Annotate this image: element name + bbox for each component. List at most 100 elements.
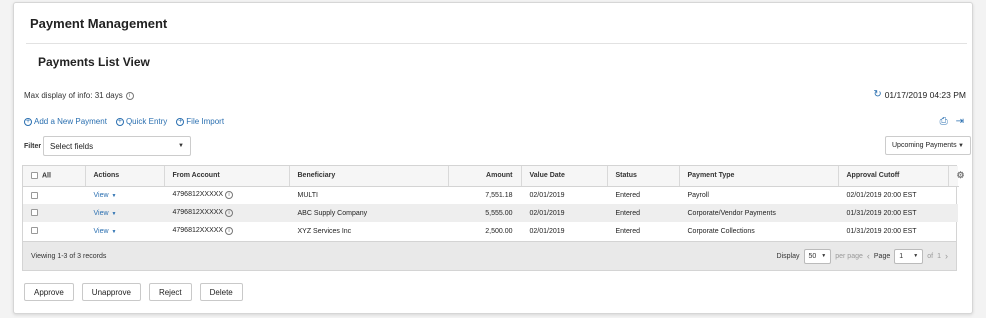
pagination: Display 50 ▼ per page ‹ Page 1 ▼ of 1 ›: [776, 248, 948, 264]
header-status[interactable]: Status: [607, 166, 680, 187]
filter-label: Filter: [24, 143, 42, 150]
page-value: 1: [899, 252, 904, 260]
caret-down-icon: ▼: [821, 253, 827, 259]
row-checkbox[interactable]: [31, 191, 38, 199]
chevron-right-icon[interactable]: ›: [945, 251, 948, 261]
per-page-select[interactable]: 50 ▼: [803, 248, 832, 264]
payment-type-cell: Corporate Collections: [687, 227, 755, 235]
page-label: Page: [873, 252, 891, 260]
table-row: View ▼ 4796812XXXXX i ABC Supply Company …: [23, 204, 958, 222]
delete-button[interactable]: Delete: [199, 283, 243, 301]
info-icon[interactable]: i: [225, 227, 234, 235]
row-checkbox[interactable]: [31, 209, 38, 217]
from-account-cell: 4796812XXXXX i: [164, 222, 289, 240]
beneficiary-cell: ABC Supply Company: [289, 204, 448, 222]
filter-select-value: Select fields: [50, 141, 94, 151]
title-divider: [26, 43, 967, 44]
plus-circle-icon: +: [24, 117, 32, 126]
print-icon[interactable]: ⎙: [940, 116, 948, 127]
payment-view-value: Upcoming Payments: [892, 142, 957, 149]
timestamp: 01/17/2019 04:23 PM: [884, 89, 966, 100]
view-dropdown[interactable]: View ▼: [94, 228, 117, 235]
table-row: View ▼ 4796812XXXXX i MULTI 7,551.18 02/0…: [23, 186, 958, 204]
from-account-cell: 4796812XXXXX i: [164, 186, 289, 204]
per-page-label: per page: [835, 252, 863, 260]
refresh-icon[interactable]: ↻: [873, 89, 881, 100]
value-date-cell: 02/01/2019: [529, 191, 565, 199]
display-label: Display: [776, 252, 800, 260]
header-from-account[interactable]: From Account: [164, 166, 290, 187]
amount-cell: 2,500.00: [485, 227, 513, 235]
header-approval-cutoff[interactable]: Approval Cutoff: [838, 166, 949, 187]
from-account-cell: 4796812XXXXX i: [164, 204, 289, 222]
row-checkbox-cell: [23, 222, 85, 240]
value-date-cell: 02/01/2019: [521, 204, 607, 222]
table-footer: Viewing 1-3 of 3 records Display 50 ▼ per…: [23, 241, 956, 270]
header-value-date[interactable]: Value Date: [521, 166, 608, 187]
reject-button[interactable]: Reject: [148, 283, 192, 301]
payment-actions: + Add a New Payment + Quick Entry + File Im…: [24, 117, 224, 126]
view-dropdown[interactable]: View ▼: [94, 192, 117, 199]
table-tools: ⎙ ⇥: [940, 116, 964, 127]
total-pages: 1: [937, 252, 941, 260]
add-new-payment-label: Add a New Payment: [34, 117, 107, 126]
unapprove-button[interactable]: Unapprove: [81, 283, 141, 301]
approve-button[interactable]: Approve: [24, 283, 74, 301]
view-dropdown[interactable]: View ▼: [94, 210, 117, 217]
section-title: Payments List View: [38, 55, 150, 69]
from-account-value: 4796812XXXXX: [172, 191, 224, 199]
info-icon[interactable]: i: [225, 191, 234, 200]
file-import-link[interactable]: + File Import: [176, 117, 224, 126]
caret-down-icon: ▼: [111, 210, 117, 217]
bulk-action-buttons: Approve Unapprove Reject Delete: [24, 283, 243, 301]
amount-cell: 7,551.18: [485, 191, 513, 199]
quick-entry-link[interactable]: + Quick Entry: [115, 117, 167, 126]
select-all-header[interactable]: All: [23, 166, 86, 187]
header-actions[interactable]: Actions: [85, 166, 165, 187]
row-action: View ▼: [85, 186, 164, 204]
caret-down-icon: ▼: [178, 143, 184, 149]
view-label: View: [93, 227, 109, 235]
add-new-payment-link[interactable]: + Add a New Payment: [24, 117, 107, 126]
max-display-text: Max display of info: 31 days: [24, 91, 123, 100]
refresh-timestamp[interactable]: ↻ 01/17/2019 04:23 PM: [873, 89, 966, 100]
spacer-cell: [948, 222, 958, 240]
beneficiary-cell: XYZ Services Inc: [297, 227, 352, 235]
header-amount[interactable]: Amount: [448, 166, 522, 187]
header-beneficiary[interactable]: Beneficiary: [289, 166, 449, 187]
info-icon[interactable]: i: [125, 91, 134, 100]
from-account-value: 4796812XXXXX: [172, 227, 224, 234]
row-checkbox-cell: [23, 204, 85, 222]
filter-select[interactable]: Select fields ▼: [43, 136, 191, 156]
of-label: of: [927, 252, 934, 260]
max-display-info: Max display of info: 31 days i: [24, 91, 134, 100]
value-date-cell: 02/01/2019: [529, 227, 565, 235]
table-header-row: All Actions From Account Beneficiary Amo…: [23, 166, 965, 187]
table-row: View ▼ 4796812XXXXX i XYZ Services Inc 2,…: [23, 222, 958, 240]
payment-view-select[interactable]: Upcoming Payments ▼: [885, 136, 971, 155]
file-import-label: File Import: [186, 117, 225, 126]
records-count: Viewing 1-3 of 3 records: [31, 252, 107, 260]
approval-cutoff-cell: 01/31/2019 20:00 EST: [846, 227, 917, 235]
approval-cutoff-cell: 01/31/2019 20:00 EST: [838, 204, 948, 222]
row-checkbox[interactable]: [31, 227, 38, 235]
approval-cutoff-cell: 02/01/2019 20:00 EST: [846, 191, 917, 199]
info-icon[interactable]: i: [225, 209, 234, 217]
view-label: View: [93, 191, 109, 199]
spacer-cell: [948, 204, 958, 222]
export-icon[interactable]: ⇥: [956, 116, 964, 127]
select-all-checkbox[interactable]: [31, 172, 38, 180]
caret-down-icon: ▼: [111, 228, 117, 235]
chevron-left-icon[interactable]: ‹: [867, 251, 870, 261]
caret-down-icon: ▼: [958, 142, 964, 149]
plus-circle-icon: +: [115, 117, 124, 126]
row-checkbox-cell: [23, 186, 85, 204]
status-cell: Entered: [615, 191, 641, 199]
page-select[interactable]: 1 ▼: [894, 248, 924, 264]
payment-type-cell: Payroll: [687, 191, 709, 199]
gear-icon[interactable]: ⚙: [948, 166, 965, 187]
view-label: View: [93, 209, 109, 217]
header-payment-type[interactable]: Payment Type: [679, 166, 839, 187]
status-cell: Entered: [615, 227, 641, 235]
caret-down-icon: ▼: [111, 192, 117, 199]
